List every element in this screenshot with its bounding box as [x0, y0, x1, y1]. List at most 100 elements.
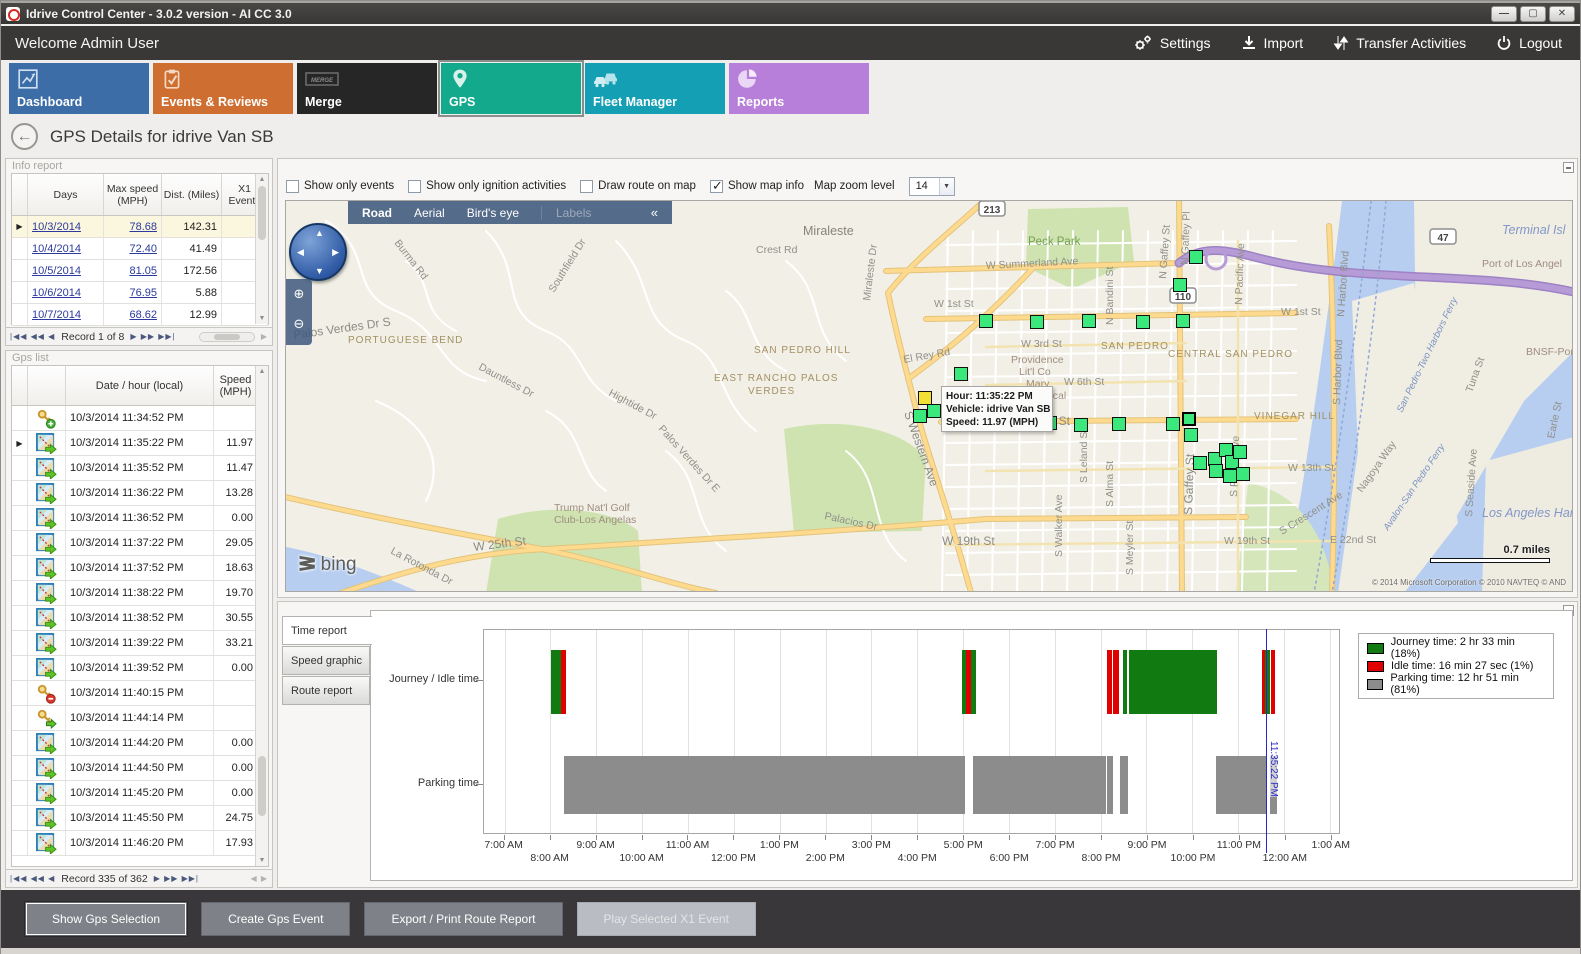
gps-list-row[interactable]: 10/3/2014 11:38:22 PM19.70	[12, 581, 268, 606]
day-link[interactable]: 10/5/2014	[32, 265, 81, 277]
tab-speed-graphic[interactable]: Speed graphic	[282, 646, 370, 675]
tab-time-report[interactable]: Time report	[282, 616, 372, 645]
max-speed-link[interactable]: 72.40	[129, 243, 157, 255]
map-pan-control[interactable]: ▲▼ ◀▶	[289, 223, 347, 281]
info-report-row[interactable]: 10/7/201468.6212.99	[12, 304, 268, 326]
info-report-pager[interactable]: |◀◀ ◀◀ ◀ Record 1 of 8 ▶ ▶▶ ▶▶| ▶	[6, 327, 272, 345]
gps-list-row[interactable]: 10/3/2014 11:37:52 PM18.63	[12, 556, 268, 581]
gps-marker[interactable]	[1082, 314, 1096, 328]
checkbox-box[interactable]	[408, 180, 421, 193]
nav-tile-dashboard[interactable]: Dashboard	[9, 63, 149, 114]
max-speed-link[interactable]: 68.62	[129, 309, 157, 321]
show-gps-selection-button[interactable]: Show Gps Selection	[25, 902, 187, 936]
day-link[interactable]: 10/4/2014	[32, 243, 81, 255]
day-link[interactable]: 10/6/2014	[32, 287, 81, 299]
nav-tile-events-reviews[interactable]: Events & Reviews	[153, 63, 293, 114]
gps-list-row[interactable]: 10/3/2014 11:46:20 PM17.93	[12, 831, 268, 856]
title-bar[interactable]: Idrive Control Center - 3.0.2 version - …	[1, 1, 1580, 24]
maximize-button[interactable]: ▢	[1520, 6, 1546, 22]
export-print-route-report-button[interactable]: Export / Print Route Report	[364, 902, 562, 936]
gps-marker[interactable]	[1182, 412, 1196, 426]
gps-marker[interactable]	[1166, 417, 1180, 431]
map-zoom-control[interactable]: ⊕ ⊖	[286, 279, 312, 345]
info-report-row[interactable]: 10/5/201481.05172.56	[12, 260, 268, 282]
menu-action-transfer-activities[interactable]: Transfer Activities	[1333, 35, 1466, 51]
gps-list-row[interactable]: 10/3/2014 11:45:50 PM24.75	[12, 806, 268, 831]
close-button[interactable]: ✕	[1549, 6, 1575, 22]
gps-list-row[interactable]: 10/3/2014 11:39:22 PM33.21	[12, 631, 268, 656]
gps-marker[interactable]	[954, 367, 968, 381]
gps-list-row[interactable]: 10/3/2014 11:44:14 PM	[12, 706, 268, 731]
gps-marker[interactable]	[913, 409, 927, 423]
gps-marker[interactable]	[979, 314, 993, 328]
gps-list-row[interactable]: 10/3/2014 11:35:52 PM11.47	[12, 456, 268, 481]
map-zoom-in-icon[interactable]: ⊕	[286, 279, 312, 309]
checkbox-box[interactable]	[710, 180, 723, 193]
gps-list-row[interactable]: 10/3/2014 11:37:22 PM29.05	[12, 531, 268, 556]
map-style-bird-s-eye[interactable]: Bird's eye	[467, 206, 519, 220]
map-zoom-dropdown[interactable]: 14 ▼	[909, 177, 955, 196]
gps-list-row[interactable]: ▶10/3/2014 11:35:22 PM11.97	[12, 431, 268, 456]
max-speed-link[interactable]: 81.05	[129, 265, 157, 277]
checkbox-box[interactable]	[286, 180, 299, 193]
max-speed-link[interactable]: 76.95	[129, 287, 157, 299]
gps-marker[interactable]	[1176, 314, 1190, 328]
gps-table-scrollbar[interactable]: ▲▼	[255, 366, 268, 866]
gps-list-row[interactable]: 10/3/2014 11:36:52 PM0.00	[12, 506, 268, 531]
create-gps-event-button[interactable]: Create Gps Event	[201, 902, 350, 936]
gps-list-row[interactable]: 10/3/2014 11:34:52 PM	[12, 406, 268, 431]
nav-tile-fleet-manager[interactable]: Fleet Manager	[585, 63, 725, 114]
gps-marker[interactable]	[1184, 428, 1198, 442]
menu-action-import[interactable]: Import	[1241, 35, 1304, 51]
info-report-row[interactable]: 10/4/201472.4041.49	[12, 238, 268, 260]
gps-marker[interactable]	[1030, 315, 1044, 329]
map-style-aerial[interactable]: Aerial	[414, 206, 445, 220]
menu-action-logout[interactable]: Logout	[1496, 35, 1562, 51]
info-pager-hscroll[interactable]	[199, 332, 255, 342]
gps-list-row[interactable]: 10/3/2014 11:38:52 PM30.55	[12, 606, 268, 631]
map-style-labels[interactable]: Labels	[541, 206, 591, 220]
checkbox-draw-route-on-map[interactable]: Draw route on map	[580, 180, 696, 193]
gps-list-row[interactable]: 10/3/2014 11:36:22 PM13.28	[12, 481, 268, 506]
map-style-road[interactable]: Road	[362, 206, 392, 220]
map-panel-collapse-button[interactable]	[1563, 162, 1574, 173]
info-report-table[interactable]: DaysMax speed (MPH)Dist. (Miles)X1 Event…	[11, 173, 269, 325]
gps-list-row[interactable]: 10/3/2014 11:44:50 PM0.00	[12, 756, 268, 781]
info-report-row[interactable]: 10/6/201476.955.88	[12, 282, 268, 304]
checkbox-show-map-info[interactable]: Show map info	[710, 180, 804, 193]
gps-marker[interactable]	[1236, 467, 1250, 481]
gps-marker[interactable]	[1074, 418, 1088, 432]
info-table-scrollbar[interactable]: ▲▼	[255, 174, 268, 324]
minimize-button[interactable]: —	[1491, 6, 1517, 22]
day-link[interactable]: 10/3/2014	[32, 221, 81, 233]
gps-list-row[interactable]: 10/3/2014 11:40:15 PM	[12, 681, 268, 706]
checkbox-box[interactable]	[580, 180, 593, 193]
info-report-row[interactable]: ▶10/3/201478.68142.31	[12, 216, 268, 238]
nav-tile-gps[interactable]: GPS	[441, 63, 581, 114]
nav-tile-merge[interactable]: MERGEMerge	[297, 63, 437, 114]
gps-marker[interactable]	[1112, 417, 1126, 431]
tab-route-report[interactable]: Route report	[282, 676, 370, 705]
gps-list-row[interactable]: 10/3/2014 11:44:20 PM0.00	[12, 731, 268, 756]
gps-marker[interactable]	[1136, 315, 1150, 329]
menu-action-settings[interactable]: Settings	[1133, 34, 1211, 52]
gps-marker[interactable]	[1193, 456, 1207, 470]
bing-map[interactable]: MiralesteCrest RdBurma RdSouthfield DrMi…	[285, 200, 1573, 592]
gps-marker[interactable]	[1223, 469, 1237, 483]
max-speed-link[interactable]: 78.68	[129, 221, 157, 233]
gps-marker[interactable]	[1189, 250, 1203, 264]
map-toolbar-collapse-icon[interactable]: «	[651, 205, 658, 220]
gps-list-row[interactable]: 10/3/2014 11:45:20 PM0.00	[12, 781, 268, 806]
gps-list-table[interactable]: Date / hour (local)Speed (MPH) 10/3/2014…	[11, 365, 269, 867]
checkbox-show-only-events[interactable]: Show only events	[286, 180, 394, 193]
gps-marker[interactable]	[927, 404, 941, 418]
gps-marker[interactable]	[1209, 464, 1223, 478]
day-link[interactable]: 10/7/2014	[32, 309, 81, 321]
back-button[interactable]: ←	[11, 123, 38, 150]
checkbox-show-only-ignition-activities[interactable]: Show only ignition activities	[408, 180, 566, 193]
gps-marker[interactable]	[1233, 445, 1247, 459]
gps-list-row[interactable]: 10/3/2014 11:39:52 PM0.00	[12, 656, 268, 681]
nav-tile-reports[interactable]: Reports	[729, 63, 869, 114]
gps-marker[interactable]	[1173, 278, 1187, 292]
map-zoom-out-icon[interactable]: ⊖	[286, 309, 312, 339]
